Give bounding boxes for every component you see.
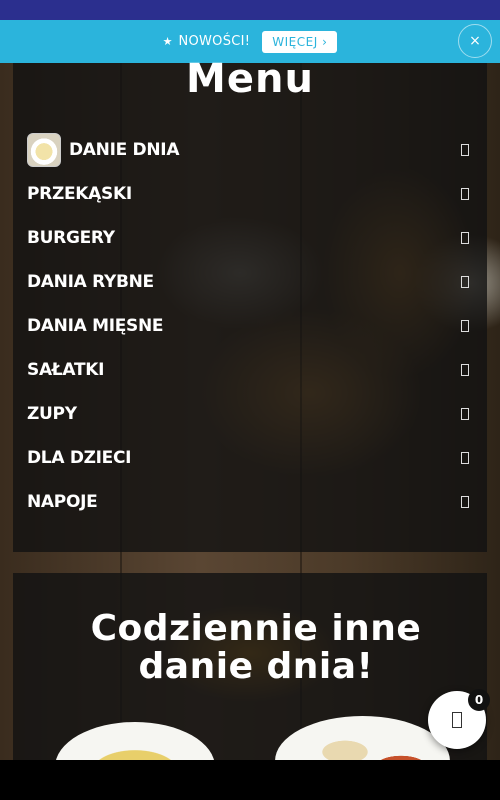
menu-item-burgery[interactable]: BURGERY — [13, 216, 487, 260]
menu-item-label: DANIE DNIA — [69, 140, 180, 160]
chevron-right-icon — [461, 452, 469, 464]
chevron-right-icon — [461, 276, 469, 288]
chevron-right-icon — [461, 188, 469, 200]
chevron-right-icon — [461, 320, 469, 332]
menu-item-label: SAŁATKI — [27, 360, 105, 380]
menu-item-danie-dnia[interactable]: DANIE DNIA — [13, 128, 487, 172]
more-button-label: WIĘCEJ — [272, 34, 318, 49]
menu-item-label: DANIA RYBNE — [27, 272, 154, 292]
menu-list: DANIE DNIA PRZEKĄSKI BURGERY DANIA RYBNE… — [13, 128, 487, 524]
close-icon: × — [469, 33, 481, 49]
chevron-right-icon — [461, 232, 469, 244]
menu-item-label: NAPOJE — [27, 492, 98, 512]
menu-item-dla-dzieci[interactable]: DLA DZIECI — [13, 436, 487, 480]
menu-item-label: ZUPY — [27, 404, 77, 424]
menu-item-przekaski[interactable]: PRZEKĄSKI — [13, 172, 487, 216]
promo-label: NOWOŚCI! — [178, 34, 251, 49]
menu-item-napoje[interactable]: NAPOJE — [13, 480, 487, 524]
menu-item-label: DLA DZIECI — [27, 448, 132, 468]
chevron-right-icon: › — [322, 34, 328, 49]
cart-count-badge: 0 — [468, 689, 490, 711]
menu-item-label: BURGERY — [27, 228, 115, 248]
menu-item-label: PRZEKĄSKI — [27, 184, 132, 204]
status-bar — [0, 0, 500, 20]
menu-item-label: DANIA MIĘSNE — [27, 316, 164, 336]
menu-title: Menu — [186, 56, 314, 102]
danie-dnia-thumbnail — [27, 133, 61, 167]
daily-special-heading-line2: danie dnia! — [138, 646, 374, 687]
navigation-bar — [0, 760, 500, 800]
daily-special-heading-line1: Codziennie inne — [90, 608, 422, 649]
menu-item-zupy[interactable]: ZUPY — [13, 392, 487, 436]
chevron-right-icon — [461, 496, 469, 508]
chevron-right-icon — [461, 408, 469, 420]
menu-item-dania-miesne[interactable]: DANIA MIĘSNE — [13, 304, 487, 348]
star-icon: ★ — [162, 35, 173, 48]
menu-item-salatki[interactable]: SAŁATKI — [13, 348, 487, 392]
more-button[interactable]: WIĘCEJ › — [262, 30, 338, 53]
daily-special-heading: Codziennie inne danie dnia! — [0, 610, 500, 686]
menu-item-dania-rybne[interactable]: DANIA RYBNE — [13, 260, 487, 304]
cart-icon — [452, 712, 462, 728]
cart-button[interactable]: 0 — [428, 689, 490, 749]
chevron-right-icon — [461, 364, 469, 376]
close-promo-button[interactable]: × — [458, 24, 492, 58]
chevron-right-icon — [461, 144, 469, 156]
